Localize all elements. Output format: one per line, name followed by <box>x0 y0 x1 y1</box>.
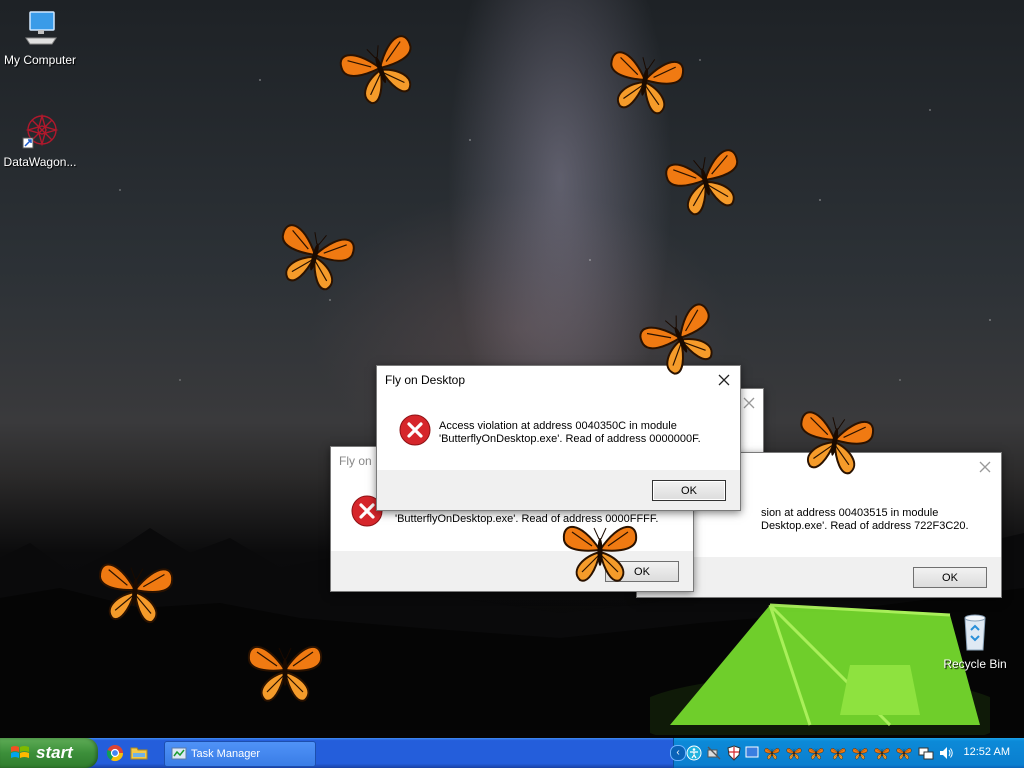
network-icon[interactable] <box>918 745 934 761</box>
dialog-title: Fly on Desktop <box>385 373 466 387</box>
taskbar: start Task Manager ‹ 12:52 AM <box>0 738 1024 768</box>
chrome-icon[interactable] <box>106 744 124 762</box>
butterfly-tray-icon[interactable] <box>874 745 890 761</box>
close-icon[interactable] <box>716 372 732 388</box>
recycle-bin-icon <box>964 614 986 651</box>
start-label: start <box>36 743 73 762</box>
dialog-message: Access violation at address 0040350C in … <box>439 418 701 446</box>
security-shield-icon[interactable] <box>726 745 742 761</box>
close-icon[interactable] <box>741 395 757 411</box>
accessibility-icon[interactable] <box>686 745 702 761</box>
dialog-message: sion at address 00403515 in module Deskt… <box>761 505 969 533</box>
butterfly-sprite <box>337 32 426 111</box>
taskbar-button-task-manager[interactable]: Task Manager <box>164 741 316 767</box>
quick-launch <box>106 744 148 762</box>
desktop-icon-label: DataWagon... <box>3 155 77 169</box>
message-line-1: sion at address 00403515 in module <box>761 507 939 519</box>
close-icon[interactable] <box>977 459 993 475</box>
desktop-icon-recycle-bin[interactable]: Recycle Bin <box>935 612 1015 671</box>
butterfly-tray-icon[interactable] <box>830 745 846 761</box>
error-icon <box>399 414 431 446</box>
taskbar-button-label: Task Manager <box>191 748 261 760</box>
task-manager-icon <box>171 747 187 760</box>
ok-button[interactable]: OK <box>652 480 726 501</box>
monitor-icon[interactable] <box>744 745 760 761</box>
butterfly-tray-icon[interactable] <box>808 745 824 761</box>
ok-button[interactable]: OK <box>913 567 987 588</box>
desktop-icon-my-computer[interactable]: My Computer <box>0 8 80 67</box>
start-button[interactable]: start <box>0 738 98 768</box>
windows-flag-icon <box>11 746 29 758</box>
volume-icon[interactable] <box>938 745 954 761</box>
folder-icon[interactable] <box>130 744 148 762</box>
butterfly-sprite <box>271 222 357 295</box>
butterfly-sprite <box>95 562 175 625</box>
message-line-1: Access violation at address 0040350C in … <box>439 420 677 432</box>
message-line-2: Desktop.exe'. Read of address 722F3C20. <box>761 520 969 532</box>
butterfly-tray-icon[interactable] <box>852 745 868 761</box>
datawagon-icon <box>22 113 59 149</box>
system-tray: ‹ 12:52 AM <box>670 738 1024 768</box>
network-disconnected-icon[interactable] <box>706 745 722 761</box>
message-line-2: 'ButterflyOnDesktop.exe'. Read of addres… <box>439 433 701 445</box>
tray-expand-button[interactable]: ‹ <box>670 745 686 761</box>
butterfly-tray-icon[interactable] <box>786 745 802 761</box>
butterfly-sprite <box>562 525 638 582</box>
clock[interactable]: 12:52 AM <box>964 746 1010 758</box>
butterfly-sprite <box>793 409 876 478</box>
my-computer-icon <box>25 11 57 45</box>
desktop-icon-datawagon[interactable]: DataWagon... <box>0 110 80 169</box>
desktop-icon-label: Recycle Bin <box>943 657 1007 671</box>
butterfly-tray-icon[interactable] <box>764 745 780 761</box>
butterfly-sprite <box>247 645 323 702</box>
butterfly-tray-icon[interactable] <box>896 745 912 761</box>
desktop-icon-label: My Computer <box>3 53 77 67</box>
butterfly-sprite <box>663 147 749 220</box>
butterfly-sprite <box>603 49 686 118</box>
error-dialog-front[interactable]: Fly on Desktop Access violation at addre… <box>376 365 741 511</box>
